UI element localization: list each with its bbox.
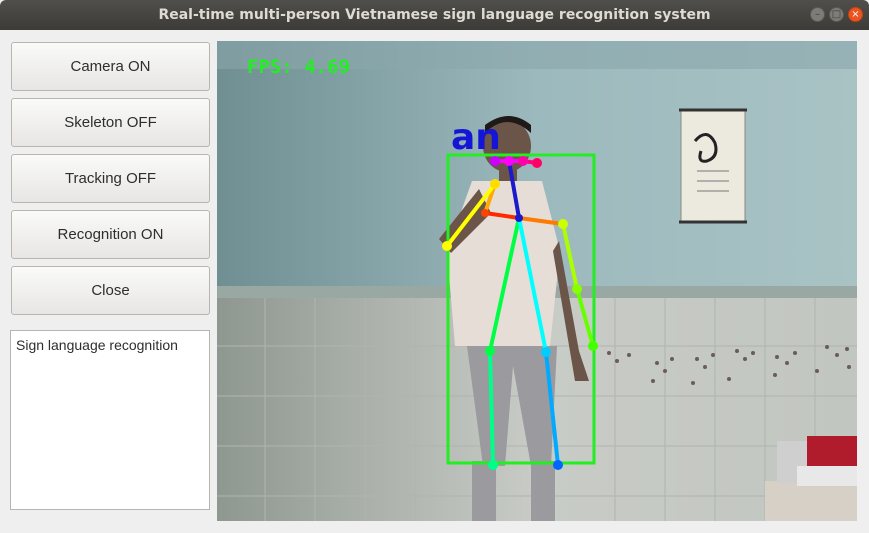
skeleton-button[interactable]: Skeleton OFF: [11, 98, 210, 147]
minimize-icon[interactable]: –: [810, 7, 825, 22]
recognition-button[interactable]: Recognition ON: [11, 210, 210, 259]
app-window: Real-time multi-person Vietnamese sign l…: [0, 0, 869, 533]
table-objects: [765, 436, 857, 521]
fps-label: FPS: 4.69: [247, 56, 350, 78]
close-button[interactable]: Close: [11, 266, 210, 315]
camera-button[interactable]: Camera ON: [11, 42, 210, 91]
close-icon[interactable]: ×: [848, 7, 863, 22]
maximize-icon[interactable]: □: [829, 7, 844, 22]
recognition-output-text: Sign language recognition: [16, 337, 178, 353]
video-feed: FPS: 4.69 an: [217, 41, 857, 521]
wall-scroll: [679, 108, 747, 224]
window-title: Real-time multi-person Vietnamese sign l…: [158, 7, 711, 23]
title-bar[interactable]: Real-time multi-person Vietnamese sign l…: [0, 0, 869, 30]
tracking-button[interactable]: Tracking OFF: [11, 154, 210, 203]
recognition-output[interactable]: Sign language recognition: [10, 330, 210, 510]
detected-sign-label: an: [451, 117, 501, 158]
video-frame: FPS: 4.69 an: [217, 41, 857, 521]
